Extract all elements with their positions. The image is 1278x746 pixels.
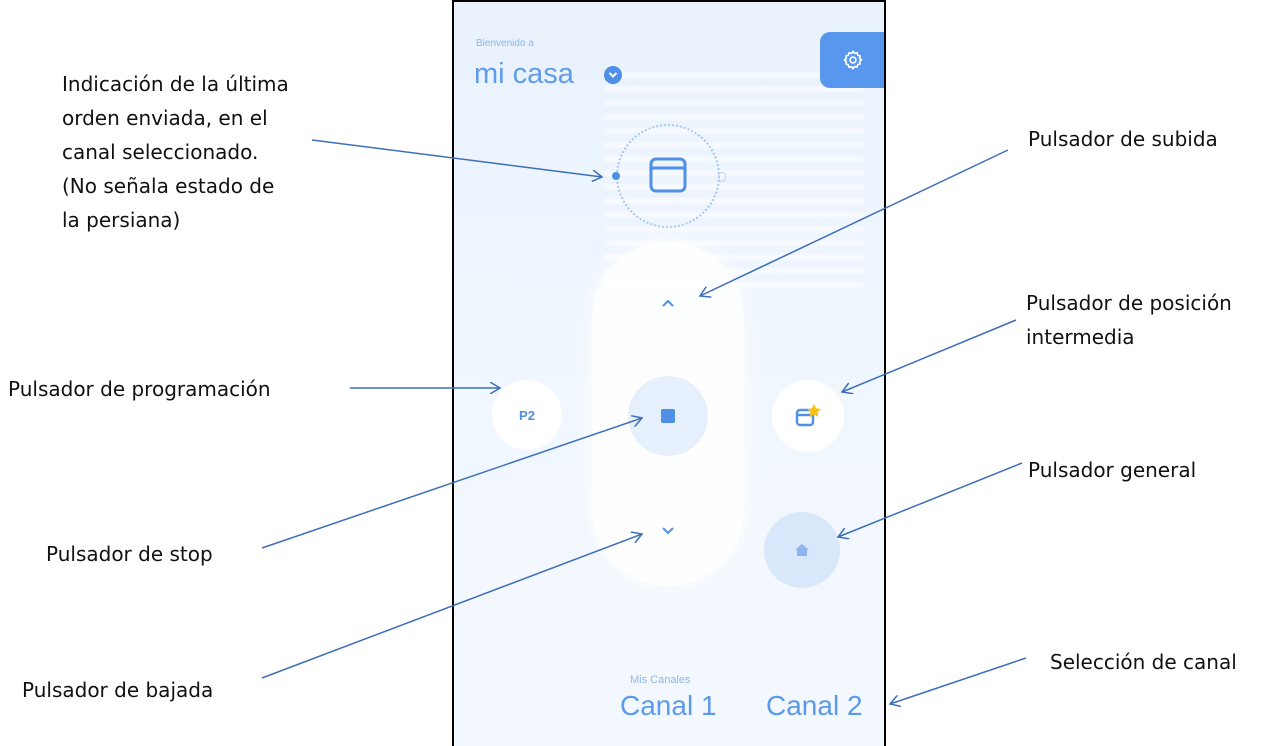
arrow-intermediate-button — [842, 319, 1017, 392]
arrow-last-order — [311, 139, 602, 177]
arrow-stop-button — [261, 418, 642, 549]
annotation-arrows — [261, 139, 1027, 746]
arrow-general-button — [838, 462, 1023, 537]
arrow-up-button — [700, 149, 1009, 296]
arrow-channel-selection — [890, 657, 1027, 704]
arrow-down-button — [261, 534, 642, 679]
